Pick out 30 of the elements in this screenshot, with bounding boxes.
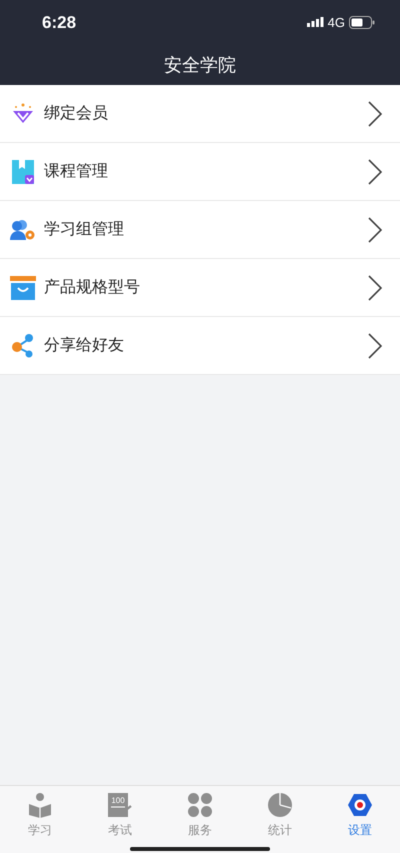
tab-item[interactable]: 设置 — [320, 786, 400, 853]
battery-icon — [349, 16, 375, 29]
menu-label: 学习组管理 — [44, 220, 125, 240]
pie-chart-icon — [267, 792, 293, 818]
menu-item[interactable]: 分享给好友 — [0, 317, 400, 375]
chevron-icon — [368, 274, 382, 300]
menu-item[interactable]: 课程管理 — [0, 143, 400, 201]
signal-icon — [306, 16, 324, 28]
network-type: 4G — [328, 14, 345, 32]
page-title: 安全学院 — [164, 54, 236, 76]
chevron-icon — [368, 332, 382, 358]
menu-item[interactable]: 产品规格型号 — [0, 259, 400, 317]
diamond-icon — [10, 102, 36, 126]
chevron-icon — [368, 100, 382, 126]
share-icon — [10, 334, 36, 358]
menu-label: 分享给好友 — [44, 336, 125, 356]
menu-label: 产品规格型号 — [44, 278, 141, 298]
reader-icon — [27, 792, 53, 818]
status-time: 6:28 — [42, 12, 76, 34]
menu-item[interactable]: 绑定会员 — [0, 85, 400, 143]
chevron-icon — [368, 216, 382, 242]
chevron-icon — [368, 158, 382, 184]
hexagon-icon — [347, 792, 373, 818]
box-icon — [10, 276, 36, 300]
menu-item[interactable]: 学习组管理 — [0, 201, 400, 259]
book-icon — [10, 158, 36, 184]
users-gear-icon — [10, 218, 36, 240]
clover-icon — [187, 792, 213, 818]
menu-label: 绑定会员 — [44, 104, 109, 124]
menu-label: 课程管理 — [44, 162, 109, 182]
